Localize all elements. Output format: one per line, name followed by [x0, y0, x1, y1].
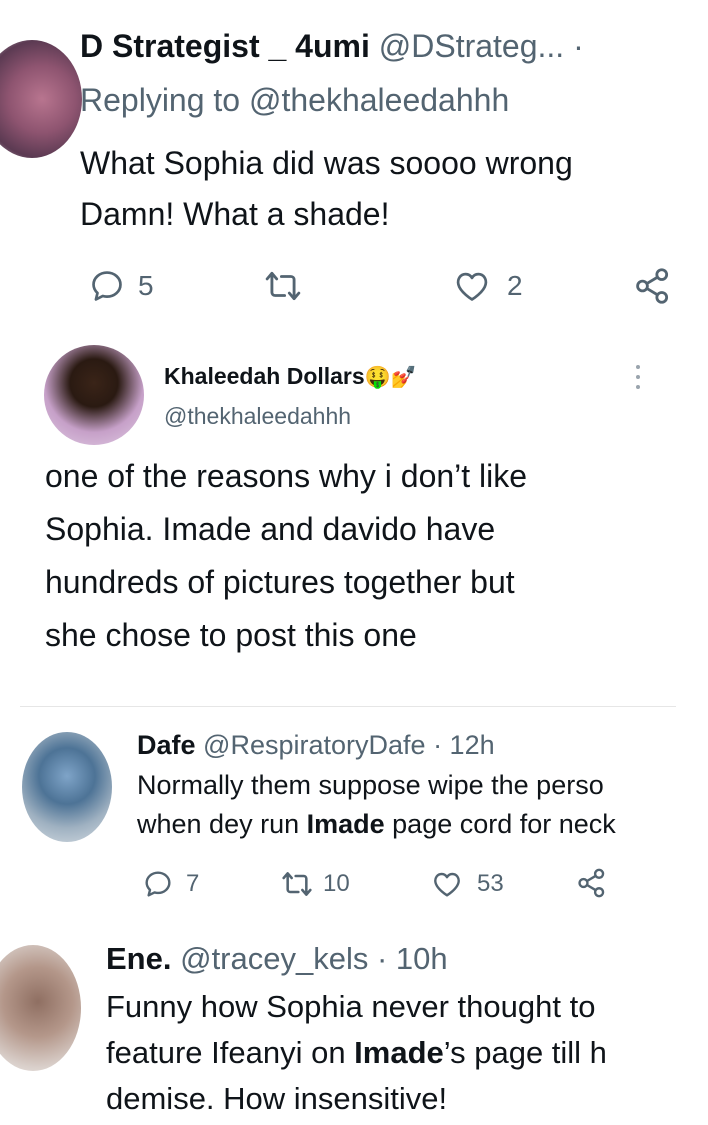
- text-bold: Imade: [354, 1035, 444, 1070]
- tweet-text: What Sophia did was soooo wrong Damn! Wh…: [80, 138, 678, 240]
- tweet-text-line: What Sophia did was soooo wrong: [80, 145, 573, 181]
- quoted-text-line: hundreds of pictures together but: [45, 564, 515, 600]
- quoted-author-name[interactable]: Khaleedah Dollars: [164, 363, 365, 389]
- retweet-button[interactable]: 10: [277, 868, 350, 900]
- replying-handle[interactable]: @thekhaleedahhh: [249, 82, 509, 118]
- tweet-time[interactable]: · 10h: [377, 941, 448, 976]
- tweet-text-line: Funny how Sophia never thought to: [106, 989, 596, 1024]
- text-span: feature Ifeanyi on: [106, 1035, 355, 1070]
- author-handle[interactable]: @DStrateg...: [379, 28, 564, 64]
- share-icon: [636, 268, 669, 304]
- avatar[interactable]: [0, 945, 81, 1071]
- author-handle[interactable]: @tracey_kels: [180, 941, 368, 976]
- author-name[interactable]: D Strategist _ 4umi: [80, 28, 370, 64]
- name-emoji: 🤑💅: [364, 366, 417, 389]
- tweet-header: Ene. @tracey_kels · 10h: [106, 940, 678, 978]
- reply-button[interactable]: 5: [88, 267, 154, 305]
- quoted-author-handle[interactable]: @thekhaleedahhh: [164, 401, 351, 431]
- reply-count: 5: [138, 270, 154, 301]
- share-button[interactable]: [575, 866, 609, 900]
- author-name[interactable]: Ene.: [106, 941, 171, 976]
- text-span: when dey run: [137, 809, 307, 839]
- tweet-text: Funny how Sophia never thought to featur…: [106, 984, 678, 1122]
- share-button[interactable]: [632, 265, 674, 307]
- divider: [20, 706, 676, 707]
- retweet-button[interactable]: [258, 267, 308, 305]
- like-count: 53: [477, 870, 504, 897]
- header-dot: ·: [573, 28, 584, 64]
- reply-button[interactable]: 7: [142, 868, 199, 900]
- avatar[interactable]: [0, 40, 82, 158]
- author-handle[interactable]: @RespiratoryDafe: [203, 730, 426, 760]
- more-icon: [636, 365, 640, 389]
- reply-count: 7: [186, 870, 200, 897]
- more-button[interactable]: [633, 362, 643, 392]
- avatar[interactable]: [44, 345, 144, 445]
- retweet-icon: [282, 872, 312, 896]
- author-name[interactable]: Dafe: [137, 730, 196, 760]
- text-span: page cord for neck: [384, 809, 616, 839]
- like-button[interactable]: 53: [431, 868, 504, 900]
- like-icon: [434, 872, 460, 897]
- like-count: 2: [507, 270, 523, 301]
- quoted-text-line: she chose to post this one: [45, 617, 417, 653]
- text-span: ’s page till h: [443, 1035, 607, 1070]
- tweet-text-line: Normally them suppose wipe the perso: [137, 770, 604, 800]
- tweet-text-line: Damn! What a shade!: [80, 196, 390, 232]
- quoted-text-line: one of the reasons why i don’t like: [45, 458, 528, 494]
- replying-prefix: Replying to: [80, 82, 241, 118]
- like-button[interactable]: 2: [453, 267, 523, 305]
- retweet-icon: [265, 271, 301, 301]
- tweet-text-line: feature Ifeanyi on Imade’s page till h: [106, 1030, 678, 1076]
- like-icon: [456, 272, 488, 301]
- tweet-header: D Strategist _ 4umi @DStrateg... ·: [80, 26, 584, 66]
- quoted-header: Khaleedah Dollars🤑💅: [164, 361, 417, 393]
- avatar[interactable]: [22, 732, 112, 842]
- replying-to: Replying to @thekhaleedahhh: [80, 80, 509, 120]
- reply-icon: [92, 271, 122, 301]
- retweet-count: 10: [323, 870, 350, 897]
- reply-icon: [145, 871, 171, 897]
- tweet-time[interactable]: · 12h: [433, 730, 495, 760]
- quoted-text: one of the reasons why i don’t like Soph…: [45, 450, 685, 662]
- tweet-header: Dafe @RespiratoryDafe · 12h: [137, 727, 677, 763]
- tweet-text-line: demise. How insensitive!: [106, 1081, 448, 1116]
- quoted-text-line: Sophia. Imade and davido have: [45, 511, 496, 547]
- share-icon: [578, 868, 605, 898]
- tweet-text: Normally them suppose wipe the perso whe…: [137, 766, 678, 844]
- tweet-text-line: when dey run Imade page cord for neck: [137, 805, 678, 844]
- text-bold: Imade: [306, 809, 385, 839]
